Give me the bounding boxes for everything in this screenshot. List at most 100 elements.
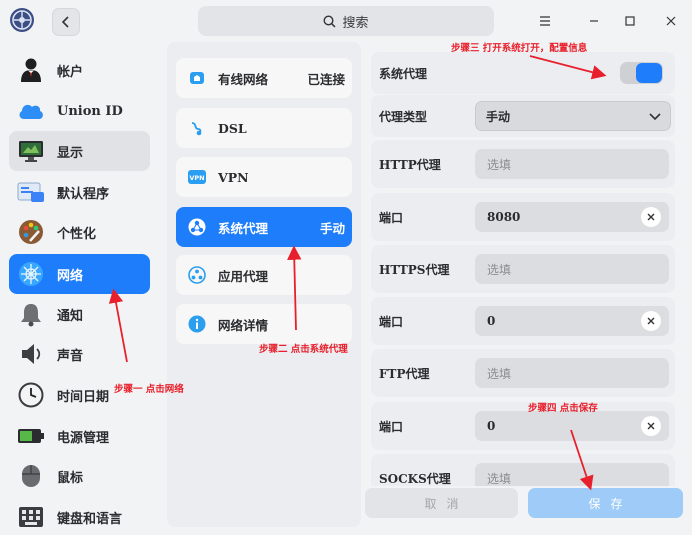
- socks-proxy-row: SOCKS代理 选填: [371, 454, 675, 486]
- minimize-button[interactable]: [585, 12, 603, 30]
- sidebar-item-label: 默认程序: [57, 186, 110, 202]
- network-item-dsl[interactable]: DSL: [176, 108, 352, 148]
- info-icon: [188, 315, 206, 333]
- sidebar-item-label: 时间日期: [57, 389, 110, 405]
- back-button[interactable]: [52, 8, 80, 36]
- wired-icon: [188, 69, 206, 87]
- toggle-knob: [636, 63, 662, 83]
- sidebar-item-label: Union ID: [57, 103, 123, 119]
- https-port-value: 0: [487, 314, 496, 328]
- https-proxy-input[interactable]: 选填: [475, 254, 669, 284]
- sidebar: 帐户 Union ID 显示 默认程序 个性化 网络 通知 声音 时间日期 电源…: [0, 42, 160, 535]
- clear-button[interactable]: [641, 416, 661, 436]
- maximize-button[interactable]: [621, 12, 639, 30]
- https-port-row: 端口 0: [371, 297, 675, 345]
- save-button[interactable]: 保存: [528, 488, 683, 518]
- sidebar-item-label: 个性化: [57, 226, 97, 242]
- sidebar-item-label: 帐户: [57, 64, 84, 80]
- battery-icon: [17, 422, 45, 450]
- clock-icon: [17, 381, 45, 409]
- socks-proxy-input[interactable]: 选填: [475, 463, 669, 486]
- sidebar-item-label: 显示: [57, 145, 84, 161]
- https-port-input[interactable]: 0: [475, 306, 669, 336]
- vpn-icon: VPN: [188, 168, 206, 186]
- http-proxy-input[interactable]: 选填: [475, 149, 669, 179]
- sidebar-item-union-id[interactable]: Union ID: [9, 91, 150, 131]
- system-proxy-label: 系统代理: [379, 66, 428, 81]
- maximize-icon: [625, 16, 635, 26]
- ftp-port-input[interactable]: 0: [475, 411, 669, 441]
- network-item-label: 有线网络: [218, 71, 269, 87]
- sidebar-item-display[interactable]: 显示: [9, 131, 150, 171]
- title-bar: 搜索: [0, 0, 692, 42]
- ftp-port-row: 端口 0: [371, 402, 675, 450]
- search-input[interactable]: 搜索: [198, 6, 494, 36]
- ftp-proxy-input[interactable]: 选填: [475, 358, 669, 388]
- proxy-type-select[interactable]: 手动: [475, 101, 671, 131]
- network-item-system-proxy[interactable]: 系统代理 手动: [176, 207, 352, 247]
- sidebar-item-personalization[interactable]: 个性化: [9, 212, 150, 252]
- network-item-wired[interactable]: 有线网络 已连接: [176, 58, 352, 98]
- mouse-icon: [17, 462, 45, 490]
- proxy-icon: [188, 218, 206, 236]
- http-proxy-label: HTTP代理: [379, 157, 441, 172]
- network-item-status: 手动: [319, 220, 345, 236]
- http-port-row: 端口 8080: [371, 193, 675, 241]
- speaker-icon: [17, 340, 45, 368]
- sidebar-item-label: 通知: [57, 308, 84, 324]
- network-item-vpn[interactable]: VPN VPN: [176, 157, 352, 197]
- hamburger-menu-icon: [540, 16, 550, 26]
- network-item-label: DSL: [218, 120, 247, 136]
- network-item-label: 网络详情: [218, 317, 269, 333]
- clear-icon: [647, 422, 655, 430]
- http-proxy-row: HTTP代理 选填: [371, 140, 675, 188]
- close-icon: [666, 16, 676, 26]
- chevron-left-icon: [61, 16, 69, 28]
- cloud-icon: [17, 97, 45, 125]
- sidebar-item-notification[interactable]: 通知: [9, 294, 150, 334]
- system-proxy-toggle[interactable]: [620, 62, 663, 84]
- clear-button[interactable]: [641, 207, 661, 227]
- app-proxy-icon: [188, 266, 206, 284]
- sidebar-item-power[interactable]: 电源管理: [9, 416, 150, 456]
- network-item-app-proxy[interactable]: 应用代理: [176, 255, 352, 295]
- sidebar-item-sound[interactable]: 声音: [9, 334, 150, 374]
- chevron-down-icon: [649, 113, 661, 121]
- sidebar-item-label: 声音: [57, 348, 84, 364]
- annotation-step1: 步骤一 点击网络: [114, 384, 184, 395]
- ftp-port-value: 0: [487, 419, 496, 433]
- sidebar-item-mouse[interactable]: 鼠标: [9, 456, 150, 496]
- ftp-proxy-row: FTP代理 选填: [371, 349, 675, 397]
- sidebar-item-label: 键盘和语言: [57, 511, 123, 527]
- sidebar-item-network[interactable]: 网络: [9, 254, 150, 294]
- sidebar-item-label: 网络: [57, 268, 84, 284]
- annotation-step3: 步骤三 打开系统打开，配置信息: [451, 43, 588, 54]
- socks-proxy-label: SOCKS代理: [379, 471, 451, 486]
- app-logo-icon: [9, 7, 35, 33]
- sidebar-item-account[interactable]: 帐户: [9, 50, 150, 90]
- menu-button[interactable]: [536, 12, 554, 30]
- sidebar-item-keyboard[interactable]: 键盘和语言: [9, 497, 150, 535]
- network-icon: [17, 260, 45, 288]
- http-port-label: 端口: [379, 210, 404, 225]
- svg-text:VPN: VPN: [189, 174, 204, 182]
- close-button[interactable]: [662, 12, 680, 30]
- http-port-input[interactable]: 8080: [475, 202, 669, 232]
- network-item-label: 系统代理: [218, 220, 269, 236]
- http-port-value: 8080: [487, 210, 521, 224]
- proxy-settings-panel: 系统代理 代理类型 手动 HTTP代理 选填 端口 8080 HTTPS代理 选…: [365, 52, 683, 486]
- personalization-icon: [17, 218, 45, 246]
- sidebar-item-default-apps[interactable]: 默认程序: [9, 172, 150, 212]
- dsl-icon: [188, 119, 206, 137]
- clear-button[interactable]: [641, 311, 661, 331]
- search-icon: [323, 14, 337, 28]
- network-list-panel: 有线网络 已连接 DSL VPN VPN 系统代理 手动 应用代理 网络详情: [167, 42, 361, 527]
- proxy-type-label: 代理类型: [379, 109, 428, 124]
- display-icon: [17, 137, 45, 165]
- minimize-icon: [590, 20, 598, 22]
- sidebar-item-label: 鼠标: [57, 470, 84, 486]
- default-apps-icon: [17, 178, 45, 206]
- network-item-details[interactable]: 网络详情: [176, 304, 352, 344]
- cancel-button[interactable]: 取消: [365, 488, 518, 518]
- network-item-status: 已连接: [307, 71, 345, 87]
